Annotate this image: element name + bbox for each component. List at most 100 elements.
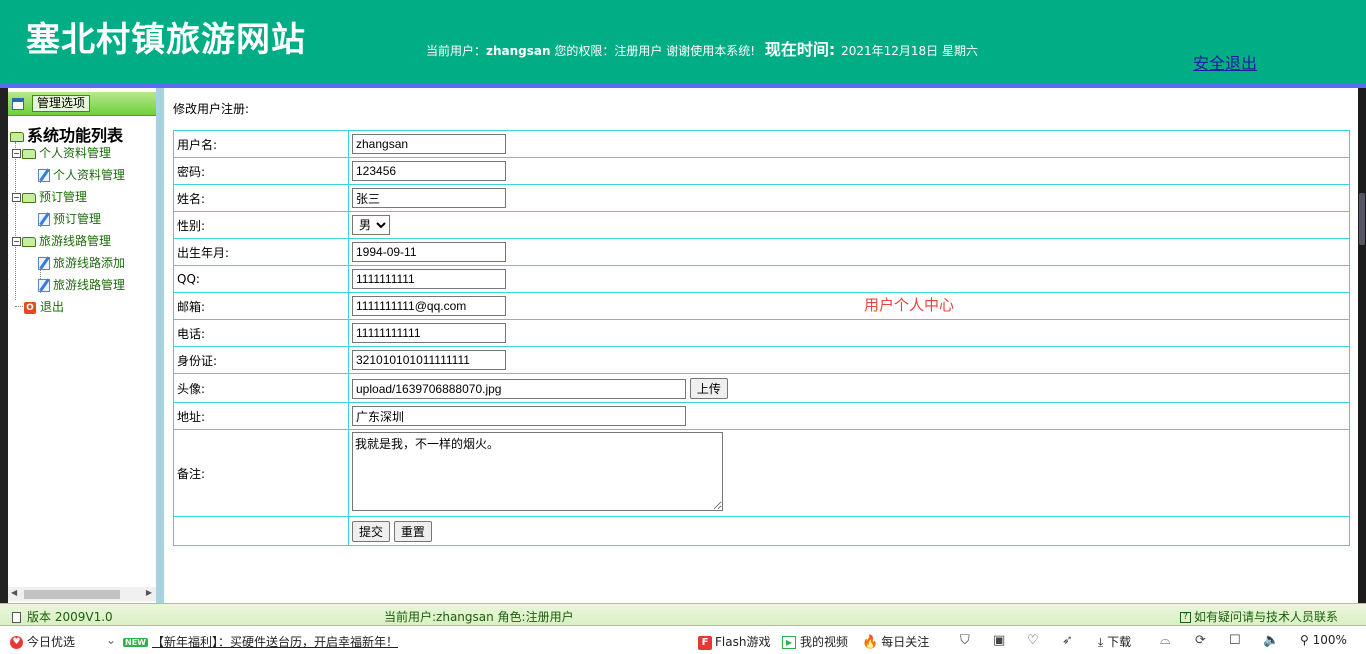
sidebar-horizontal-scrollbar[interactable]: ◀ ▶ — [8, 587, 156, 601]
zoom-icon: ⚲ — [1300, 633, 1309, 647]
avatar-path-field[interactable] — [352, 378, 686, 399]
flash-games-item[interactable]: F Flash游戏 — [698, 633, 770, 650]
rocket-icon[interactable]: ➶ — [1062, 633, 1073, 648]
name-field[interactable] — [352, 188, 506, 208]
header: 塞北村镇旅游网站 当前用户：zhangsan 您的权限：注册用户 谢谢使用本系统… — [0, 0, 1366, 84]
sidebar-item-booking-manage[interactable]: 预订管理 — [38, 210, 101, 227]
role-text: 当前用户:zhangsan 角色:注册用户 — [384, 610, 574, 624]
sidebar-item-exit[interactable]: O 退出 — [24, 298, 64, 315]
idcard-field[interactable] — [352, 350, 506, 370]
sidebar-splitter[interactable] — [156, 88, 164, 603]
speaker-icon[interactable]: 🔈 — [1263, 633, 1279, 648]
incognito-icon[interactable]: ⌓ — [1160, 633, 1170, 648]
folder-open-icon — [22, 148, 36, 159]
sidebar-item-route-add[interactable]: 旅游线路添加 — [38, 254, 125, 271]
field-label: 头像: — [173, 373, 349, 403]
tree-group-label: 旅游线路管理 — [39, 234, 112, 248]
fire-icon: 🔥 — [862, 635, 879, 650]
scroll-right-icon[interactable]: ▶ — [146, 588, 152, 597]
folder-open-icon — [22, 236, 36, 247]
field-label: 身份证: — [173, 346, 349, 374]
sidebar-item-label: 个人资料管理 — [53, 168, 126, 182]
my-videos-item[interactable]: ▶ 我的视频 — [782, 633, 848, 650]
folder-open-icon — [22, 192, 36, 203]
play-icon: ▶ — [782, 636, 796, 649]
edit-page-icon — [38, 279, 50, 292]
tree-guide-line — [15, 142, 16, 300]
new-badge-icon: NEW — [123, 638, 148, 647]
upload-button[interactable]: 上传 — [689, 377, 728, 399]
tree-group-routes[interactable]: − 旅游线路管理 — [12, 232, 111, 249]
field-label: 密码: — [173, 157, 349, 185]
zoom-level: 100% — [1312, 633, 1347, 647]
download-label: 下载 — [1107, 635, 1132, 649]
sidebar-item-label: 预订管理 — [53, 212, 102, 226]
version-text: 版本 2009V1.0 — [27, 610, 113, 624]
scrollbar-thumb[interactable] — [24, 590, 120, 599]
right-scrollbar[interactable] — [1358, 88, 1366, 603]
submit-button[interactable]: 提交 — [352, 520, 391, 542]
sidebar-item-route-manage[interactable]: 旅游线路管理 — [38, 276, 125, 293]
tree-group-profile[interactable]: − 个人资料管理 — [12, 144, 111, 161]
field-label: 地址: — [173, 402, 349, 430]
management-options-button[interactable]: 管理选项 — [32, 95, 91, 112]
form-row-gender: 性别: 男 — [173, 211, 1350, 239]
current-user-label: 当前用户： — [426, 44, 487, 58]
window-icon[interactable]: ☐ — [1229, 633, 1241, 648]
download-item[interactable]: ⤓ 下载 — [1098, 633, 1131, 650]
sidebar: 管理选项 系统功能列表 − 个人资料管理 个人资料管理 − 预订管理 预订管理 − 旅… — [8, 90, 156, 603]
scrollbar-thumb[interactable] — [1359, 193, 1365, 245]
gender-select[interactable]: 男 — [352, 215, 390, 235]
remark-textarea[interactable]: 我就是我，不一样的烟火。 — [352, 432, 723, 511]
collapse-icon[interactable]: − — [12, 149, 21, 158]
today-picks-item[interactable]: ♥ 今日优选 — [10, 633, 75, 650]
profile-form: 用户名: 密码: 姓名: 性别: 男 出生年月: QQ: 邮箱: 电话: 身份证… — [173, 130, 1350, 546]
sidebar-item-label: 旅游线路添加 — [53, 256, 126, 270]
my-videos-label: 我的视频 — [800, 635, 849, 649]
username-field[interactable] — [352, 134, 506, 154]
tree-root-label: 系统功能列表 — [27, 126, 124, 145]
sidebar-item-label: 退出 — [40, 300, 65, 314]
shield-icon[interactable]: ⛉ — [960, 633, 970, 648]
address-field[interactable] — [352, 406, 686, 426]
collapse-icon[interactable]: − — [12, 193, 21, 202]
current-username: zhangsan — [486, 44, 551, 58]
tree-root[interactable]: 系统功能列表 — [10, 122, 123, 146]
password-field[interactable] — [352, 161, 506, 181]
promo-link[interactable]: NEW 【新年福利】：买硬件送台历，开启幸福新年！ — [123, 633, 398, 650]
field-label: 出生年月: — [173, 238, 349, 266]
form-row-address: 地址: — [173, 402, 1350, 430]
scroll-left-icon[interactable]: ◀ — [11, 588, 17, 597]
calendar-icon — [12, 98, 24, 110]
heart-icon: ♥ — [10, 636, 23, 649]
form-row-avatar: 头像: 上传 — [173, 373, 1350, 403]
qq-field[interactable] — [352, 269, 506, 289]
form-row-phone: 电话: — [173, 319, 1350, 347]
folder-open-icon — [10, 131, 24, 142]
form-row-remark: 备注: 我就是我，不一样的烟火。 — [173, 429, 1350, 517]
field-label: 备注: — [173, 429, 349, 517]
zoom-control[interactable]: ⚲ 100% — [1300, 633, 1347, 647]
reset-button[interactable]: 重置 — [393, 520, 432, 542]
today-picks-label: 今日优选 — [27, 635, 76, 649]
tree-group-label: 预订管理 — [39, 190, 88, 204]
management-header: 管理选项 — [8, 92, 156, 116]
tree-group-booking[interactable]: − 预订管理 — [12, 188, 87, 205]
refresh-icon[interactable]: ⟳ — [1195, 633, 1206, 648]
collapse-icon[interactable]: − — [12, 237, 21, 246]
birthdate-field[interactable] — [352, 242, 506, 262]
sidebar-item-profile-manage[interactable]: 个人资料管理 — [38, 166, 125, 183]
phone-field[interactable] — [352, 323, 506, 343]
page-title: 修改用户注册: — [173, 102, 250, 116]
logout-link[interactable]: 安全退出 — [1193, 50, 1257, 74]
download-icon: ⤓ — [1098, 635, 1104, 649]
health-icon[interactable]: ♡ — [1027, 633, 1039, 648]
edit-page-icon — [38, 257, 50, 270]
image-icon[interactable]: ▣ — [993, 633, 1005, 648]
chevron-down-icon[interactable]: ⌄ — [106, 633, 116, 647]
help-icon: ? — [1180, 612, 1191, 623]
email-field[interactable] — [352, 296, 506, 316]
form-row-name: 姓名: — [173, 184, 1350, 212]
daily-follow-item[interactable]: 🔥 每日关注 — [862, 633, 929, 650]
left-frame-border — [0, 88, 8, 603]
